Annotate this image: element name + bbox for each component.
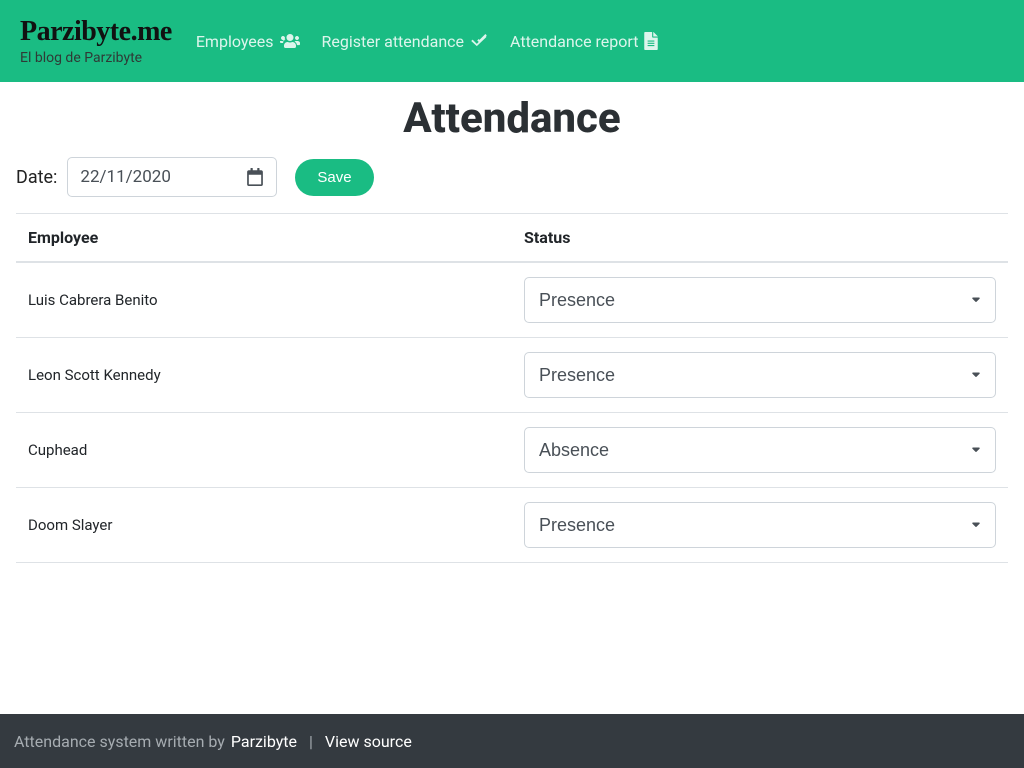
file-icon bbox=[644, 32, 658, 50]
attendance-table: Employee Status Luis Cabrera Benito Prese… bbox=[16, 213, 1008, 563]
footer-separator: | bbox=[309, 732, 313, 751]
nav-employees[interactable]: Employees bbox=[196, 32, 300, 51]
status-select-wrap: PresenceAbsence bbox=[524, 352, 996, 398]
employee-name-cell: Cuphead bbox=[16, 413, 512, 488]
nav-links: Employees Register attendance Attendance… bbox=[196, 32, 659, 51]
page-title: Attendance bbox=[16, 94, 1008, 143]
employee-name-cell: Leon Scott Kennedy bbox=[16, 338, 512, 413]
footer-view-source-link[interactable]: View source bbox=[325, 732, 412, 751]
header-status: Status bbox=[512, 214, 1008, 263]
status-select[interactable]: PresenceAbsence bbox=[524, 502, 996, 548]
status-select-wrap: PresenceAbsence bbox=[524, 277, 996, 323]
table-row: Cuphead PresenceAbsence bbox=[16, 413, 1008, 488]
nav-report-label: Attendance report bbox=[510, 32, 638, 51]
main-content: Attendance Date: 22/11/2020 Save Employe… bbox=[0, 82, 1024, 714]
footer-prefix: Attendance system written by bbox=[14, 732, 225, 751]
header-employee: Employee bbox=[16, 214, 512, 263]
calendar-icon bbox=[246, 168, 264, 186]
date-form-row: Date: 22/11/2020 Save bbox=[16, 157, 1008, 197]
status-select-wrap: PresenceAbsence bbox=[524, 427, 996, 473]
status-cell: PresenceAbsence bbox=[512, 262, 1008, 338]
date-input[interactable]: 22/11/2020 bbox=[67, 157, 277, 197]
status-select-wrap: PresenceAbsence bbox=[524, 502, 996, 548]
nav-register-label: Register attendance bbox=[322, 32, 465, 51]
nav-employees-label: Employees bbox=[196, 32, 274, 51]
status-cell: PresenceAbsence bbox=[512, 338, 1008, 413]
status-cell: PresenceAbsence bbox=[512, 488, 1008, 563]
save-button[interactable]: Save bbox=[295, 159, 373, 196]
nav-attendance-report[interactable]: Attendance report bbox=[510, 32, 658, 51]
table-row: Luis Cabrera Benito PresenceAbsence bbox=[16, 262, 1008, 338]
status-select[interactable]: PresenceAbsence bbox=[524, 352, 996, 398]
table-row: Doom Slayer PresenceAbsence bbox=[16, 488, 1008, 563]
date-value: 22/11/2020 bbox=[80, 167, 170, 187]
users-icon bbox=[280, 33, 300, 49]
status-select[interactable]: PresenceAbsence bbox=[524, 277, 996, 323]
nav-register-attendance[interactable]: Register attendance bbox=[322, 32, 489, 51]
employee-name-cell: Doom Slayer bbox=[16, 488, 512, 563]
table-row: Leon Scott Kennedy PresenceAbsence bbox=[16, 338, 1008, 413]
check-double-icon bbox=[470, 33, 488, 49]
brand[interactable]: Parzibyte.me El blog de Parzibyte bbox=[20, 16, 172, 66]
footer-author-link[interactable]: Parzibyte bbox=[231, 732, 297, 751]
status-select[interactable]: PresenceAbsence bbox=[524, 427, 996, 473]
navbar: Parzibyte.me El blog de Parzibyte Employ… bbox=[0, 0, 1024, 82]
employee-name-cell: Luis Cabrera Benito bbox=[16, 262, 512, 338]
status-cell: PresenceAbsence bbox=[512, 413, 1008, 488]
brand-subtitle: El blog de Parzibyte bbox=[20, 50, 172, 66]
date-label: Date: bbox=[16, 167, 57, 188]
brand-title: Parzibyte.me bbox=[20, 16, 172, 48]
footer: Attendance system written by Parzibyte |… bbox=[0, 714, 1024, 768]
